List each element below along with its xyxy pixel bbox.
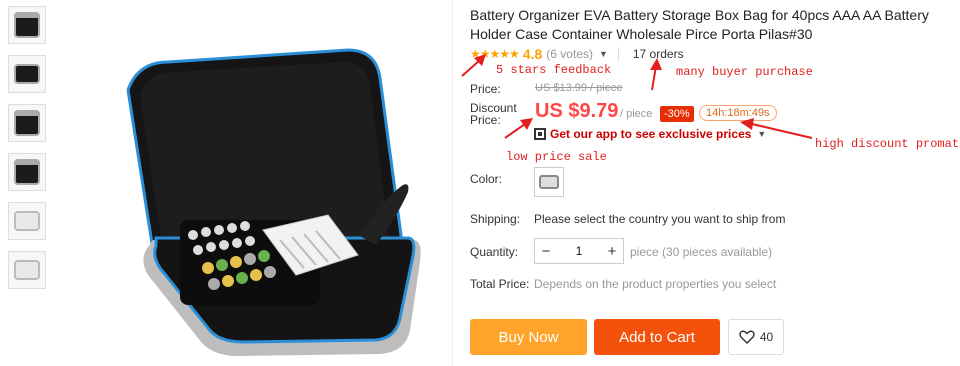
arrow-stars <box>461 59 481 77</box>
annotation-low-price: low price sale <box>506 150 607 164</box>
annotation-arrows <box>461 54 813 139</box>
annotation-stars-feedback: 5 stars feedback <box>496 63 612 77</box>
arrow-price <box>504 123 526 139</box>
annotation-buyer-purchase: many buyer purchase <box>676 65 813 79</box>
arrow-discount <box>751 123 813 139</box>
annotation-discount-promo: high discount promation <box>815 137 960 151</box>
